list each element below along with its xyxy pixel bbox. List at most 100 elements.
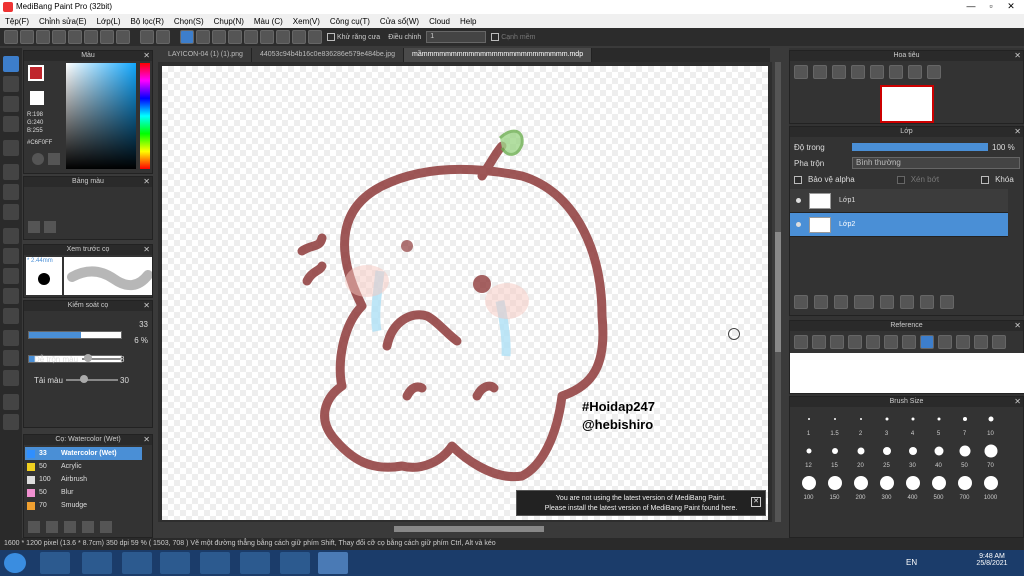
close-icon[interactable]: ✕	[1014, 397, 1021, 407]
zoom-in-icon[interactable]	[848, 335, 862, 349]
brush-copy-icon[interactable]	[82, 521, 94, 533]
brush-size-option[interactable]: 10	[978, 411, 1003, 441]
radial-snap-icon[interactable]	[244, 30, 258, 44]
text-tool-icon[interactable]	[3, 330, 19, 346]
horizontal-scrollbar[interactable]	[394, 526, 544, 532]
rotate-left-icon[interactable]	[870, 65, 884, 79]
lasso-tool-icon[interactable]	[3, 116, 19, 132]
chrome-icon[interactable]	[160, 552, 190, 574]
close-icon[interactable]: ✕	[143, 177, 150, 187]
zoom-out-icon[interactable]	[884, 335, 898, 349]
move-tool-icon[interactable]	[3, 140, 19, 156]
merge-layer-icon[interactable]	[920, 295, 934, 309]
protect-alpha-checkbox[interactable]	[794, 175, 802, 184]
brush-list-item[interactable]: 50 Blur	[25, 486, 142, 499]
brush-size-option[interactable]: 25	[874, 443, 899, 473]
comment-icon[interactable]	[52, 30, 66, 44]
add-layer-menu-icon[interactable]	[854, 295, 874, 309]
eyedropper-icon[interactable]	[902, 335, 916, 349]
brush-size-option[interactable]: 30	[900, 443, 925, 473]
menu-item[interactable]: Chọn(S)	[169, 17, 209, 26]
menu-item[interactable]: Công cụ(T)	[325, 17, 375, 26]
actual-size-icon[interactable]	[851, 65, 865, 79]
start-button[interactable]	[4, 553, 26, 573]
parallel-snap-icon[interactable]	[196, 30, 210, 44]
concentric-snap-icon[interactable]	[260, 30, 274, 44]
media-player-icon[interactable]	[40, 552, 70, 574]
brush-list-item[interactable]: 33 Watercolor (Wet)	[25, 447, 142, 460]
new-file-icon[interactable]	[68, 30, 82, 44]
close-icon[interactable]: ✕	[143, 435, 150, 445]
save-icon[interactable]	[84, 30, 98, 44]
brush-tool-icon[interactable]	[3, 56, 19, 72]
drawing-canvas[interactable]: #Hoidap247 @hebishiro	[162, 66, 768, 520]
reset-icon[interactable]	[956, 335, 970, 349]
brush-size-option[interactable]: 200	[848, 475, 873, 505]
brush-size-option[interactable]: 700	[952, 475, 977, 505]
rotate-right-icon[interactable]	[974, 335, 988, 349]
brush-size-option[interactable]: 20	[848, 443, 873, 473]
brush-list-item[interactable]: 100 Airbrush	[25, 473, 142, 486]
export-icon[interactable]	[100, 30, 114, 44]
rect-select-tool-icon[interactable]	[3, 96, 19, 112]
select-eraser-tool-icon[interactable]	[3, 288, 19, 304]
brush-size-option[interactable]: 50	[952, 443, 977, 473]
layer-row[interactable]: Lớp2	[790, 213, 1008, 237]
notice-close-icon[interactable]: ✕	[751, 497, 761, 507]
select-tool-icon[interactable]	[3, 228, 19, 244]
adjust-select[interactable]: 1	[426, 31, 487, 43]
update-notice[interactable]: You are not using the latest version of …	[516, 490, 766, 516]
brush-size-option[interactable]: 1.5	[822, 411, 847, 441]
menu-item[interactable]: Chụp(N)	[209, 17, 249, 26]
rotate-left-icon[interactable]	[938, 335, 952, 349]
word-icon[interactable]	[240, 552, 270, 574]
file-explorer-icon[interactable]	[82, 552, 112, 574]
reset-rotation-icon[interactable]	[889, 65, 903, 79]
brush-list-item[interactable]: 50 Acrylic	[25, 460, 142, 473]
close-icon[interactable]: ✕	[1014, 51, 1021, 61]
blend-mode-select[interactable]: Bình thường	[852, 157, 1020, 169]
clipping-checkbox[interactable]	[896, 175, 905, 184]
eye-icon[interactable]	[796, 198, 801, 203]
menu-item[interactable]: Tệp(F)	[0, 17, 34, 26]
language-indicator[interactable]: EN	[906, 558, 917, 567]
brush-size-option[interactable]: 500	[926, 475, 951, 505]
close-icon[interactable]: ✕	[143, 301, 150, 311]
menu-item[interactable]: Help	[455, 17, 481, 26]
no-snap-icon[interactable]	[180, 30, 194, 44]
eyedropper-icon[interactable]	[48, 153, 60, 165]
brush-size-option[interactable]: 150	[822, 475, 847, 505]
fit-icon[interactable]	[832, 65, 846, 79]
operation-tool-icon[interactable]	[3, 350, 19, 366]
hand-icon[interactable]	[920, 335, 934, 349]
home-icon[interactable]	[4, 30, 18, 44]
secondary-color-swatch[interactable]	[30, 91, 44, 105]
brush-size-option[interactable]: 15	[822, 443, 847, 473]
eyedropper-tool-icon[interactable]	[3, 370, 19, 386]
duplicate-layer-icon[interactable]	[900, 295, 914, 309]
flip-icon[interactable]	[927, 65, 941, 79]
close-icon[interactable]: ✕	[143, 245, 150, 255]
document-tab[interactable]: mầmmmmmmmmmmmmmmmmmmmmmmmmm.mdp	[404, 48, 593, 62]
brush-size-option[interactable]: 2	[848, 411, 873, 441]
eye-icon[interactable]	[796, 222, 801, 227]
tablet-icon[interactable]	[116, 30, 130, 44]
menu-item[interactable]: Chỉnh sửa(E)	[34, 17, 92, 26]
cloud-icon[interactable]	[36, 30, 50, 44]
close-icon[interactable]: ✕	[143, 51, 150, 61]
zoom-in-icon[interactable]	[794, 65, 808, 79]
brush-size-option[interactable]: 70	[978, 443, 1003, 473]
saturation-value-picker[interactable]	[66, 63, 136, 169]
brush-size-option[interactable]: 100	[796, 475, 821, 505]
medibang-taskbar-icon[interactable]	[318, 552, 348, 574]
layer-opacity-slider[interactable]	[852, 143, 988, 151]
brush-size-option[interactable]: 4	[900, 411, 925, 441]
soft-edge-checkbox[interactable]	[491, 33, 500, 41]
document-tab[interactable]: LAYICON-04 (1) (1).png	[160, 48, 252, 62]
brush-size-option[interactable]: 3	[874, 411, 899, 441]
flip-icon[interactable]	[992, 335, 1006, 349]
delete-palette-icon[interactable]	[44, 221, 56, 233]
gradient-tool-icon[interactable]	[3, 204, 19, 220]
divide-tool-icon[interactable]	[3, 308, 19, 324]
fill-tool-icon[interactable]	[3, 184, 19, 200]
